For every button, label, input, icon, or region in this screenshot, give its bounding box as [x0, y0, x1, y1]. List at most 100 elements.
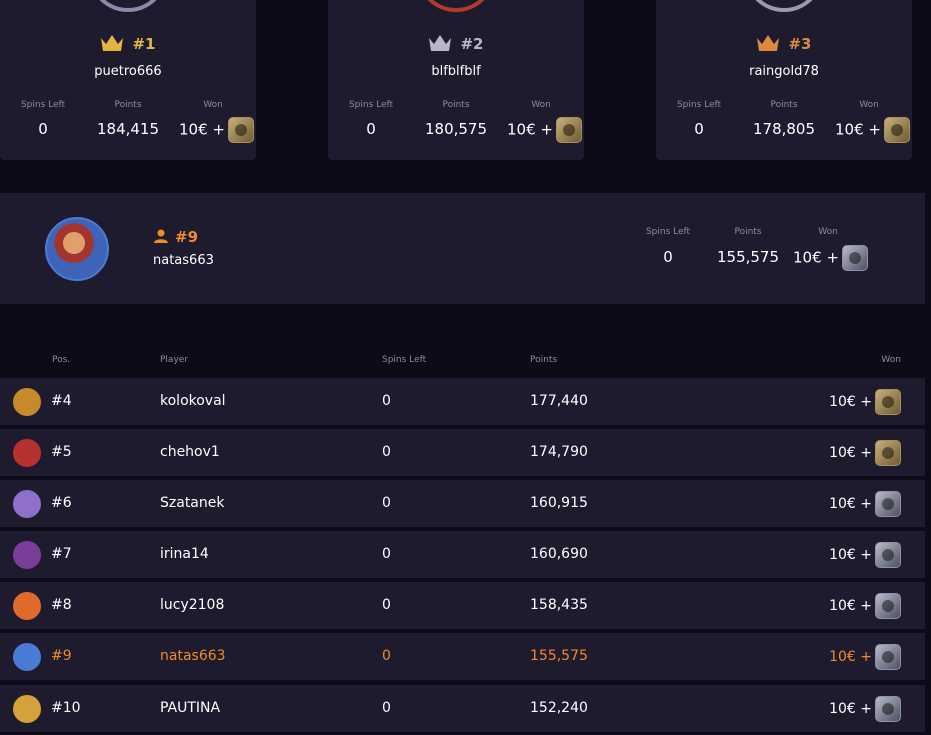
table-row: #8 lucy2108 0 158,435 10€ + — [0, 582, 925, 629]
my-position-card: #9 natas663 Spins Left Points Won 0 155,… — [0, 193, 925, 304]
avatar — [13, 695, 41, 723]
gold-box-icon — [875, 440, 901, 466]
gold-box-icon — [875, 389, 901, 415]
won-label: Won — [818, 227, 838, 237]
player-name: chehov1 — [160, 444, 220, 460]
points: 177,440 — [530, 393, 588, 409]
won-value: 10€ + — [829, 593, 901, 619]
won-label: Won — [859, 100, 879, 110]
avatar — [744, 0, 824, 12]
silver-box-icon — [875, 491, 901, 517]
spins-left: 0 — [382, 393, 391, 409]
won-label: Won — [531, 100, 551, 110]
won-value: 10€ + — [507, 117, 582, 143]
won-label: Won — [203, 100, 223, 110]
won-value: 10€ + — [829, 696, 901, 722]
gold-box-icon — [555, 117, 582, 143]
player-name: blfblfblf — [431, 64, 481, 79]
crown-icon — [429, 35, 452, 51]
spins-left-value: 0 — [38, 120, 48, 138]
avatar — [88, 0, 168, 12]
points-label: Points — [442, 100, 470, 110]
position: #8 — [51, 597, 72, 613]
player-name: natas663 — [160, 648, 226, 664]
avatar — [13, 439, 41, 467]
position: #7 — [51, 546, 72, 562]
avatar — [13, 490, 41, 518]
table-row: #5 chehov1 0 174,790 10€ + — [0, 429, 925, 476]
table-row: #7 irina14 0 160,690 10€ + — [0, 531, 925, 578]
position: #5 — [51, 444, 72, 460]
player-name: raingold78 — [749, 64, 819, 79]
podium-card-1: #1 puetro666 Spins Left Points Won 0 184… — [0, 0, 256, 160]
won-value: 10€ + — [793, 245, 868, 271]
rank-label: #2 — [460, 35, 484, 53]
avatar — [13, 388, 41, 416]
gold-box-icon — [883, 117, 910, 143]
silver-box-icon — [875, 644, 901, 670]
spins-left-value: 0 — [694, 120, 704, 138]
avatar — [13, 541, 41, 569]
points-label: Points — [114, 100, 142, 110]
won-value: 10€ + — [179, 117, 254, 143]
points: 160,690 — [530, 546, 588, 562]
spins-left-label: Spins Left — [20, 100, 66, 110]
points-label: Points — [770, 100, 798, 110]
header-points: Points — [530, 355, 558, 365]
podium-card-2: #2 blfblfblf Spins Left Points Won 0 180… — [328, 0, 584, 160]
header-spins-left: Spins Left — [382, 355, 427, 365]
won-value: 10€ + — [829, 491, 901, 517]
won-value: 10€ + — [829, 542, 901, 568]
avatar — [416, 0, 496, 12]
avatar — [13, 592, 41, 620]
points: 158,435 — [530, 597, 588, 613]
silver-box-icon — [875, 593, 901, 619]
position: #4 — [51, 393, 72, 409]
spins-left-value: 0 — [366, 120, 376, 138]
rank-label: #3 — [788, 35, 812, 53]
points-value: 180,575 — [424, 120, 488, 138]
spins-left-value: 0 — [663, 248, 673, 266]
avatar — [45, 217, 109, 281]
table-row: #4 kolokoval 0 177,440 10€ + — [0, 378, 925, 425]
won-value: 10€ + — [829, 644, 901, 670]
crown-icon — [101, 35, 124, 51]
position: #6 — [51, 495, 72, 511]
points: 174,790 — [530, 444, 588, 460]
spins-left: 0 — [382, 597, 391, 613]
rank-label: #1 — [132, 35, 156, 53]
user-icon — [154, 229, 168, 243]
spins-left: 0 — [382, 495, 391, 511]
header-player: Player — [160, 355, 189, 365]
won-value: 10€ + — [829, 440, 901, 466]
spins-left-label: Spins Left — [676, 100, 722, 110]
won-value: 10€ + — [829, 389, 901, 415]
header-won: Won — [881, 355, 901, 365]
player-name: lucy2108 — [160, 597, 225, 613]
points-value: 178,805 — [752, 120, 816, 138]
header-pos: Pos. — [52, 355, 71, 365]
spins-left: 0 — [382, 444, 391, 460]
spins-left: 0 — [382, 700, 391, 716]
table-row: #6 Szatanek 0 160,915 10€ + — [0, 480, 925, 527]
spins-left: 0 — [382, 546, 391, 562]
points: 152,240 — [530, 700, 588, 716]
player-name: natas663 — [153, 253, 214, 268]
player-name: puetro666 — [94, 64, 162, 79]
silver-box-icon — [841, 245, 868, 271]
avatar — [13, 643, 41, 671]
player-name: PAUTINA — [160, 700, 221, 716]
silver-box-icon — [875, 696, 901, 722]
spins-left: 0 — [382, 648, 391, 664]
points-label: Points — [734, 227, 762, 237]
player-name: kolokoval — [160, 393, 226, 409]
position: #9 — [51, 648, 72, 664]
won-value: 10€ + — [835, 117, 910, 143]
gold-box-icon — [227, 117, 254, 143]
podium-card-3: #3 raingold78 Spins Left Points Won 0 17… — [656, 0, 912, 160]
spins-left-label: Spins Left — [348, 100, 394, 110]
points: 160,915 — [530, 495, 588, 511]
position: #10 — [51, 700, 81, 716]
player-name: Szatanek — [160, 495, 225, 511]
points-value: 155,575 — [716, 248, 780, 266]
